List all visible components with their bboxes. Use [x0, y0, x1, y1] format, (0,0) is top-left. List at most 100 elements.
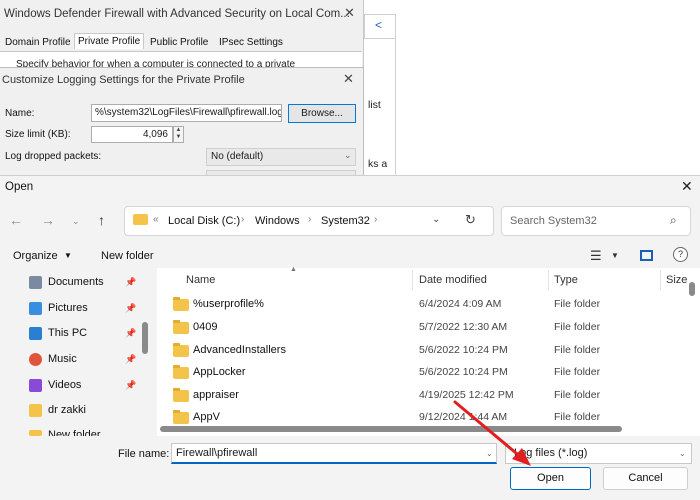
nav-scrollbar[interactable] [142, 322, 148, 354]
background-window-right [364, 0, 700, 175]
log-dropped-label: Log dropped packets: [5, 151, 102, 162]
breadcrumb-separator-icon[interactable]: › [241, 214, 244, 225]
nav-item-new-folder[interactable]: New folder [48, 429, 101, 436]
this-pc-icon [29, 327, 42, 340]
nav-item-videos[interactable]: Videos [48, 379, 81, 391]
folder-icon [29, 430, 42, 436]
file-row-date: 5/7/2022 12:30 AM [419, 321, 508, 333]
breadcrumb-separator-icon[interactable]: › [374, 214, 377, 225]
file-name-input[interactable]: Firewall\pfirewall [171, 443, 497, 464]
file-row-name[interactable]: AdvancedInstallers [193, 344, 286, 356]
nav-item-music[interactable]: Music [48, 353, 77, 365]
nav-item-this-pc[interactable]: This PC [48, 327, 87, 339]
new-folder-button[interactable]: New folder [101, 250, 154, 262]
breadcrumb-separator-icon[interactable]: › [308, 214, 311, 225]
tab-domain-profile[interactable]: Domain Profile [2, 35, 74, 50]
tab-private-profile[interactable]: Private Profile [74, 33, 145, 49]
folder-icon [133, 214, 148, 225]
column-divider[interactable] [548, 270, 549, 290]
firewall-window-title: Windows Defender Firewall with Advanced … [4, 8, 350, 20]
column-header-name[interactable]: Name [186, 274, 215, 286]
open-button[interactable]: Open [510, 467, 591, 490]
open-dialog-title: Open [5, 181, 34, 193]
column-header-size[interactable]: Size [666, 274, 687, 286]
caret-down-icon[interactable]: ▼ [611, 251, 619, 260]
nav-item-documents[interactable]: Documents [48, 276, 104, 288]
tab-public-profile[interactable]: Public Profile [147, 35, 211, 50]
file-row-name[interactable]: AppLocker [193, 366, 246, 378]
close-icon[interactable]: ✕ [681, 178, 693, 195]
file-row-date: 5/6/2022 10:24 PM [419, 344, 508, 356]
organize-button[interactable]: Organize [13, 250, 58, 262]
logging-close-icon[interactable]: ✕ [343, 71, 354, 87]
chevron-down-icon[interactable]: ⌄ [432, 214, 440, 225]
file-row-name[interactable]: 0409 [193, 321, 217, 333]
horizontal-scrollbar[interactable] [160, 426, 622, 432]
chevron-down-icon: ⌄ [679, 449, 686, 458]
breadcrumb-windows[interactable]: Windows [255, 215, 300, 227]
column-header-type[interactable]: Type [554, 274, 578, 286]
search-icon[interactable]: ⌕ [670, 213, 677, 228]
chevron-left-icon[interactable]: < [375, 18, 382, 32]
pin-icon: 📌 [125, 354, 137, 364]
column-divider[interactable] [660, 270, 661, 290]
file-row-type: File folder [554, 411, 601, 423]
file-row-type: File folder [554, 298, 601, 310]
sort-caret-icon: ▲ [290, 266, 297, 273]
pin-icon: 📌 [125, 277, 137, 287]
caret-down-icon: ▼ [64, 251, 72, 260]
pictures-icon [29, 302, 42, 315]
nav-item-pictures[interactable]: Pictures [48, 302, 88, 314]
videos-icon [29, 379, 42, 392]
file-row-name[interactable]: AppV [193, 411, 220, 423]
breadcrumb-system32[interactable]: System32 [321, 215, 370, 227]
folder-icon [173, 320, 189, 334]
file-row-date: 6/4/2024 4:09 AM [419, 298, 502, 310]
divider [395, 14, 396, 175]
folder-icon [29, 404, 42, 417]
folder-icon [173, 297, 189, 311]
file-row-type: File folder [554, 366, 601, 378]
pin-icon: 📌 [125, 303, 137, 313]
preview-pane-icon[interactable] [640, 250, 653, 261]
log-dropped-select[interactable]: No (default) [206, 148, 356, 166]
column-divider[interactable] [412, 270, 413, 290]
log-name-input[interactable]: %\system32\LogFiles\Firewall\pfirewall.l… [91, 104, 282, 122]
help-icon[interactable]: ? [673, 247, 688, 262]
folder-icon [173, 343, 189, 357]
logging-dialog-title: Customize Logging Settings for the Priva… [2, 74, 245, 86]
file-row-date: 5/6/2022 10:24 PM [419, 366, 508, 378]
tab-ipsec-settings[interactable]: IPsec Settings [216, 35, 286, 50]
column-header-date[interactable]: Date modified [419, 274, 487, 286]
size-stepper[interactable]: ▲ ▼ [173, 126, 184, 143]
forward-arrow-icon[interactable]: → [41, 212, 55, 228]
vertical-scrollbar[interactable] [689, 282, 695, 296]
file-row-name[interactable]: %userprofile% [193, 298, 264, 310]
pin-icon: 📌 [125, 328, 137, 338]
file-row-name[interactable]: appraiser [193, 389, 239, 401]
file-row-date: 4/19/2025 12:42 PM [419, 389, 514, 401]
file-type-select[interactable]: Log files (*.log) [505, 443, 692, 464]
recent-locations-chevron-icon[interactable]: ⌄ [72, 216, 80, 227]
breadcrumb-local-disk[interactable]: Local Disk (C:) [168, 215, 240, 227]
name-label: Name: [5, 108, 35, 119]
file-row-type: File folder [554, 389, 601, 401]
folder-icon [173, 365, 189, 379]
refresh-icon[interactable]: ↻ [465, 212, 476, 228]
cancel-button[interactable]: Cancel [603, 467, 688, 490]
breadcrumb-overflow-icon[interactable]: « [153, 214, 159, 225]
firewall-close-icon[interactable]: ✕ [344, 5, 355, 21]
up-arrow-icon[interactable]: ↑ [98, 212, 105, 228]
pin-icon: 📌 [125, 380, 137, 390]
music-icon [29, 353, 42, 366]
nav-item-dr-zakki[interactable]: dr zakki [48, 404, 86, 416]
size-limit-label: Size limit (KB): [5, 129, 71, 140]
view-options-icon[interactable]: ☰ [590, 248, 602, 264]
back-arrow-icon[interactable]: ← [9, 212, 23, 228]
chevron-down-icon[interactable]: ⌄ [486, 449, 493, 458]
folder-icon [173, 410, 189, 424]
chevron-down-icon: ⌄ [344, 150, 352, 160]
size-limit-input[interactable]: 4,096 [91, 126, 173, 143]
folder-icon [173, 388, 189, 402]
browse-button[interactable]: Browse... [288, 104, 356, 123]
